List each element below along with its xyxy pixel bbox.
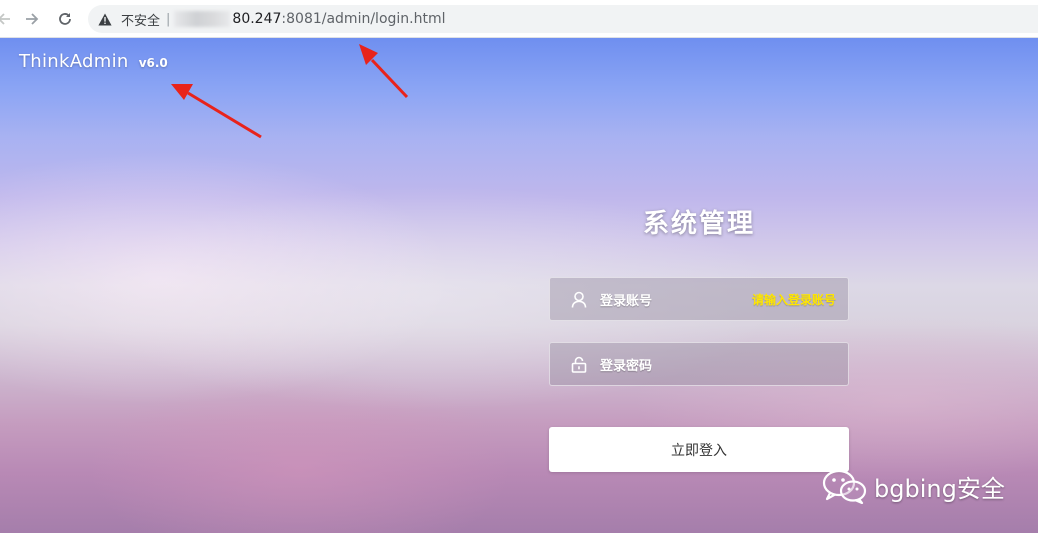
lock-icon: [570, 355, 588, 373]
reload-icon[interactable]: [55, 9, 75, 29]
wechat-icon: [822, 469, 867, 504]
password-field[interactable]: 登录密码: [549, 342, 849, 386]
watermark: bgbing安全: [822, 468, 1005, 504]
url-host: 80.247: [232, 11, 282, 27]
address-bar[interactable]: 不安全 | 80.247 :8081/admin/login.html: [88, 5, 1038, 33]
username-hint: 请输入登录账号: [751, 292, 836, 307]
user-icon: [570, 290, 588, 308]
brand-name: ThinkAdmin: [19, 51, 129, 72]
watermark-text: bgbing安全: [874, 474, 1005, 503]
login-button[interactable]: 立即登入: [549, 427, 849, 472]
back-arrow-icon[interactable]: [0, 9, 14, 29]
url-separator: |: [166, 11, 171, 27]
brand-logo: ThinkAdmin v6.0: [19, 51, 168, 72]
login-page: ThinkAdmin v6.0 系统管理 登录账号 请输入登录账号 登录密码 立…: [0, 38, 1038, 533]
username-field[interactable]: 登录账号 请输入登录账号: [549, 277, 849, 321]
username-label: 登录账号: [600, 293, 653, 309]
warning-icon[interactable]: [98, 12, 112, 26]
forward-arrow-icon[interactable]: [22, 9, 42, 29]
browser-toolbar: 不安全 | 80.247 :8081/admin/login.html: [0, 0, 1038, 38]
security-status[interactable]: 不安全: [121, 10, 160, 29]
password-label: 登录密码: [600, 358, 653, 374]
brand-version: v6.0: [138, 56, 168, 70]
redacted-ip: [174, 11, 231, 27]
url-path: :8081/admin/login.html: [281, 11, 446, 27]
login-title: 系统管理: [642, 209, 755, 239]
